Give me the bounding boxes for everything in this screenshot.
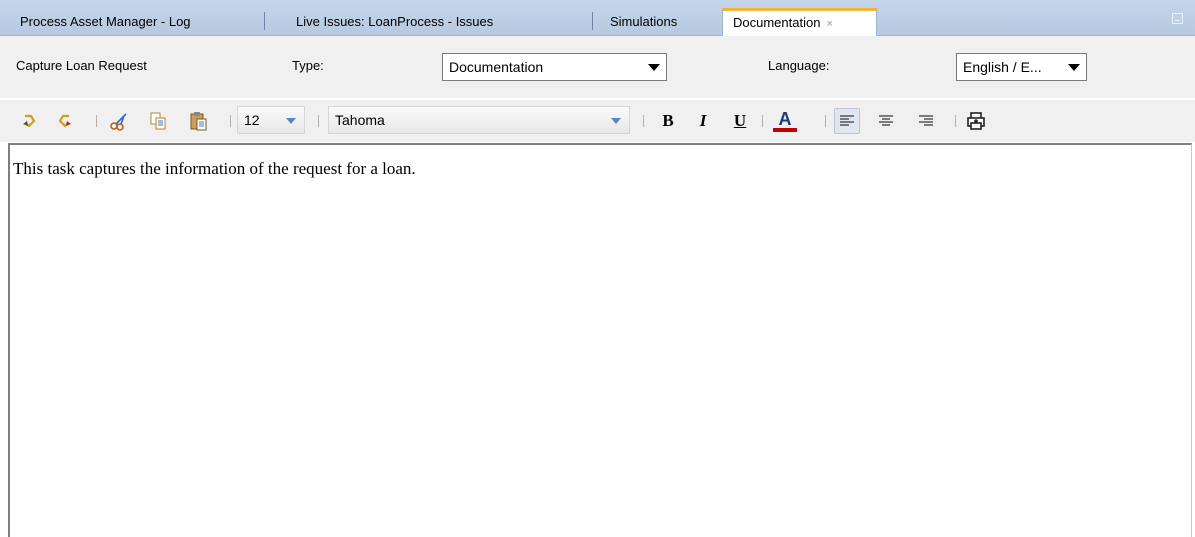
type-select-value: Documentation bbox=[449, 59, 544, 75]
tab-separator bbox=[592, 12, 593, 30]
tab-documentation[interactable]: Documentation × bbox=[722, 8, 877, 36]
copy-icon[interactable] bbox=[147, 110, 169, 132]
tab-label: Live Issues: LoanProcess - Issues bbox=[296, 14, 494, 29]
tab-bar: Process Asset Manager - Log Live Issues:… bbox=[0, 0, 1195, 36]
tab-process-asset-manager-log[interactable]: Process Asset Manager - Log bbox=[10, 8, 201, 36]
toolbar-separator bbox=[762, 115, 763, 127]
tab-label: Process Asset Manager - Log bbox=[20, 14, 191, 29]
toolbar-separator bbox=[825, 115, 826, 127]
properties-row: Capture Loan Request Type: Documentation… bbox=[0, 36, 1195, 98]
chevron-down-icon bbox=[648, 64, 660, 71]
paste-icon[interactable] bbox=[188, 110, 210, 132]
font-color-button[interactable]: A bbox=[772, 110, 798, 132]
language-select[interactable]: English / E... bbox=[956, 53, 1087, 81]
italic-button[interactable]: I bbox=[692, 110, 714, 132]
close-icon[interactable]: × bbox=[826, 18, 832, 30]
bold-button[interactable]: B bbox=[657, 110, 679, 132]
font-size-value: 12 bbox=[244, 112, 260, 128]
chevron-down-icon bbox=[611, 118, 621, 124]
font-family-select[interactable]: Tahoma bbox=[328, 106, 630, 134]
tab-label: Documentation bbox=[733, 15, 821, 30]
editor-toolbar: 12 Tahoma B I U A bbox=[0, 100, 1195, 142]
tab-simulations[interactable]: Simulations bbox=[600, 8, 687, 36]
language-label: Language: bbox=[768, 58, 830, 73]
type-select[interactable]: Documentation bbox=[442, 53, 667, 81]
font-family-value: Tahoma bbox=[335, 112, 385, 128]
toolbar-separator bbox=[643, 115, 644, 127]
editor-content: This task captures the information of th… bbox=[13, 159, 416, 178]
tab-label: Simulations bbox=[610, 14, 678, 29]
font-color-swatch bbox=[773, 127, 797, 132]
align-right-icon[interactable] bbox=[915, 110, 937, 132]
toolbar-separator bbox=[955, 115, 956, 127]
toolbar-separator bbox=[96, 115, 97, 127]
chevron-down-icon bbox=[286, 118, 296, 124]
task-name-label: Capture Loan Request bbox=[16, 58, 147, 73]
tab-live-issues[interactable]: Live Issues: LoanProcess - Issues bbox=[286, 8, 503, 36]
redo-icon[interactable] bbox=[53, 110, 75, 132]
documentation-editor[interactable]: This task captures the information of th… bbox=[8, 143, 1192, 537]
cut-icon[interactable] bbox=[108, 110, 130, 132]
font-size-select[interactable]: 12 bbox=[237, 106, 305, 134]
underline-button[interactable]: U bbox=[729, 110, 751, 132]
align-center-icon[interactable] bbox=[875, 110, 897, 132]
font-color-letter: A bbox=[778, 108, 792, 129]
type-label: Type: bbox=[292, 58, 324, 73]
minimize-icon[interactable] bbox=[1172, 13, 1183, 24]
align-left-icon[interactable] bbox=[834, 108, 860, 134]
insert-icon[interactable] bbox=[965, 110, 987, 132]
language-select-value: English / E... bbox=[963, 59, 1042, 75]
tab-separator bbox=[264, 12, 265, 30]
chevron-down-icon bbox=[1068, 64, 1080, 71]
toolbar-separator bbox=[318, 115, 319, 127]
undo-icon[interactable] bbox=[19, 110, 41, 132]
toolbar-separator bbox=[230, 115, 231, 127]
